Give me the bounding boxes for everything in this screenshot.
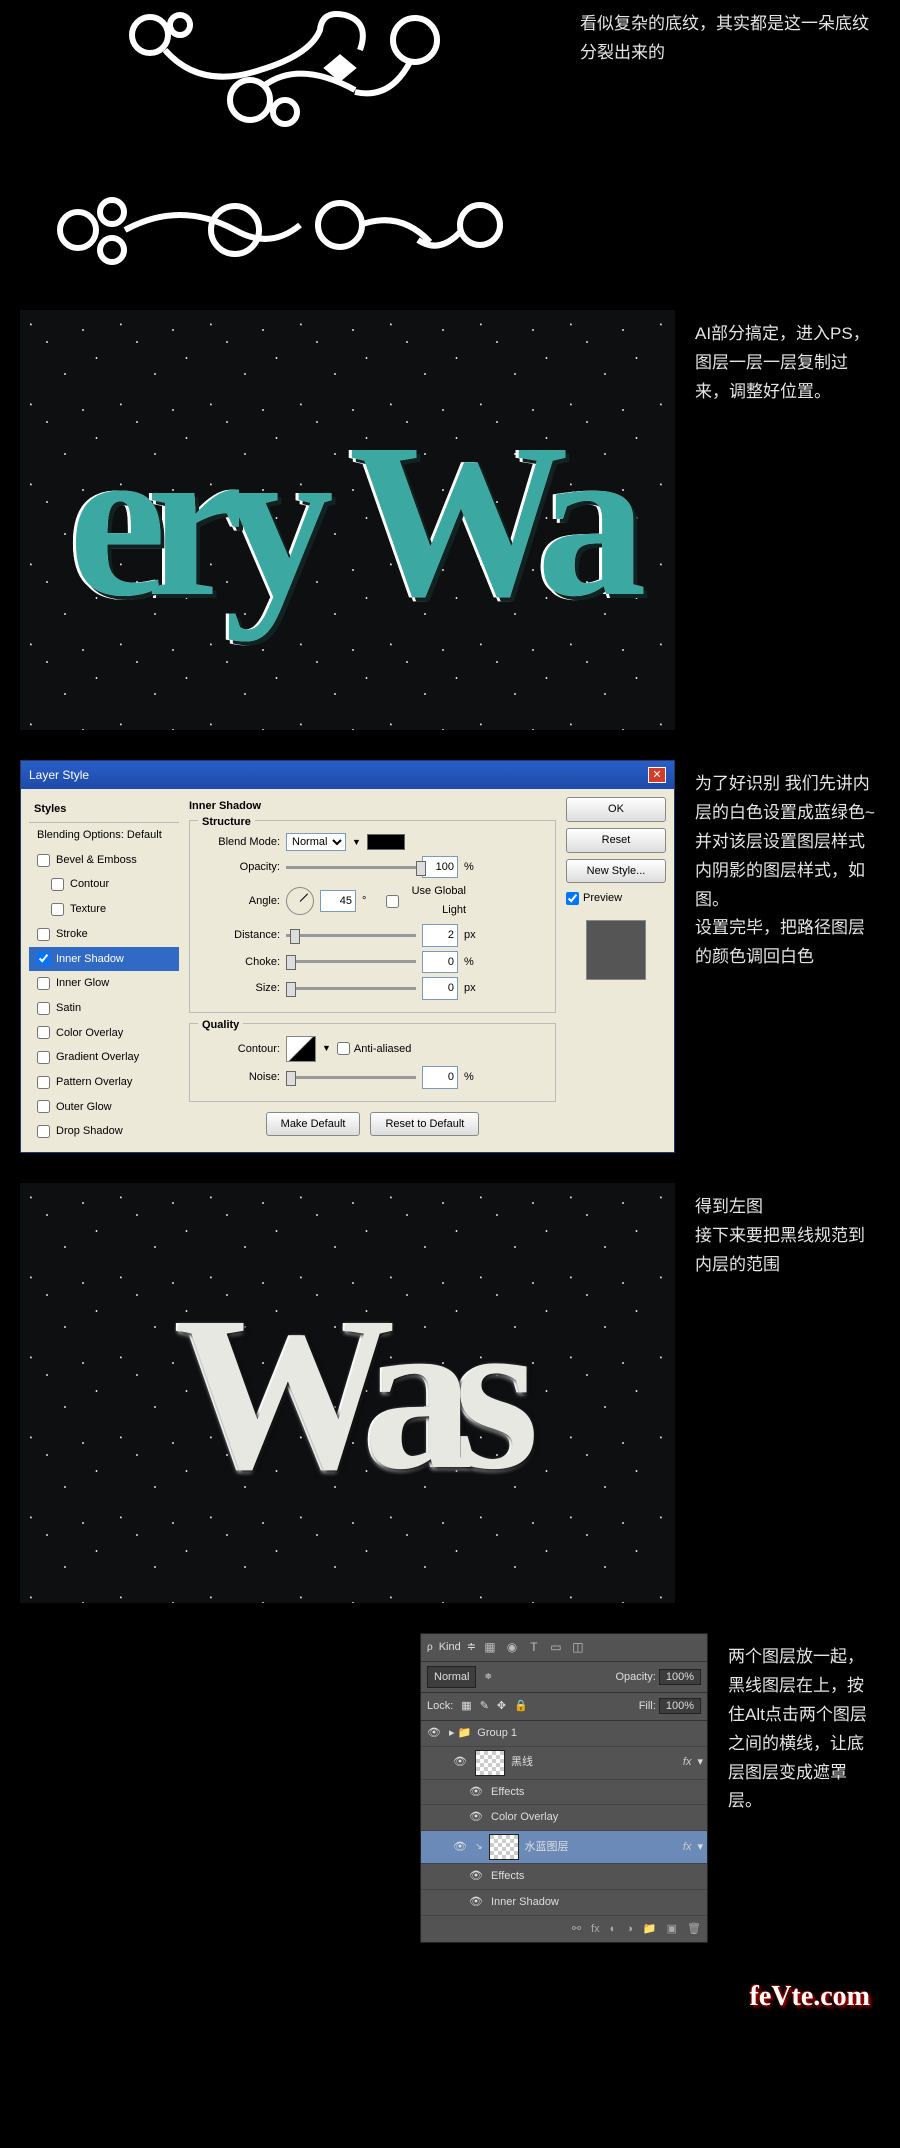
lock-transparent-icon[interactable]: ▦ [461,1697,471,1716]
new-style-button[interactable]: New Style... [566,859,666,884]
contour-picker[interactable] [286,1036,316,1062]
style-outer-glow[interactable]: Outer Glow [29,1095,179,1120]
caption-2: AI部分搞定，进入PS，图层一层一层复制过来，调整好位置。 [695,310,880,730]
ok-button[interactable]: OK [566,797,666,822]
dialog-title: Layer Style [29,765,89,785]
layer-aqua[interactable]: 👁 ↘ 水蓝图层 fx▾ [421,1831,707,1864]
flourish-icon-1 [110,0,470,150]
visibility-icon[interactable]: 👁 [425,1724,443,1743]
size-slider[interactable] [286,987,416,990]
fx-icon[interactable]: fx [591,1920,600,1939]
close-icon[interactable]: ✕ [648,767,666,783]
lock-paint-icon[interactable]: ✎ [480,1697,489,1716]
new-layer-icon[interactable]: ▣ [667,1920,677,1939]
layers-panel: ρ Kind ≑ ▦ ◉ T ▭ ◫ Normal≑ Opacity: 100%… [420,1633,708,1943]
style-drop-shadow[interactable]: Drop Shadow [29,1119,179,1144]
link-layers-icon[interactable]: ⚯ [572,1920,581,1939]
make-default-button[interactable]: Make Default [266,1112,361,1137]
filter-smart-icon[interactable]: ◫ [570,1639,586,1655]
group-icon[interactable]: 📁 [643,1920,657,1939]
layer-opacity[interactable]: 100% [659,1669,701,1685]
ornament-vector [20,0,560,280]
size-value[interactable]: 0 [422,977,458,1000]
noise-value[interactable]: 0 [422,1066,458,1089]
adjustment-icon[interactable]: ◑ [626,1920,633,1939]
structure-group: Structure Blend Mode: Normal ▼ Opacity: … [189,820,556,1013]
global-light-checkbox[interactable]: Use Global Light [386,882,466,919]
effect-color-overlay[interactable]: 👁Color Overlay [421,1805,707,1831]
preview-checkbox[interactable]: Preview [566,889,666,908]
reset-default-button[interactable]: Reset to Default [370,1112,479,1137]
layer-blackline[interactable]: 👁 黑线 fx▾ [421,1747,707,1780]
folder-icon: ▸ 📁 [449,1724,471,1743]
layer-fill[interactable]: 100% [659,1698,701,1714]
layer-thumb [489,1834,519,1860]
effects-row-2[interactable]: 👁Effects [421,1864,707,1890]
choke-slider[interactable] [286,960,416,963]
quality-group: Quality Contour: ▼ Anti-aliased Noise: 0… [189,1023,556,1102]
watermark: feVte.com [0,1973,900,2041]
visibility-icon[interactable]: 👁 [451,1838,469,1857]
caption-4: 得到左图 接下来要把黑线规范到内层的范围 [695,1183,880,1603]
angle-value[interactable]: 45 [320,890,356,913]
style-texture[interactable]: Texture [29,897,179,922]
typography-preview-white: Was [20,1183,675,1603]
style-gradient-overlay[interactable]: Gradient Overlay [29,1045,179,1070]
distance-value[interactable]: 2 [422,924,458,947]
style-contour[interactable]: Contour [29,872,179,897]
filter-pixel-icon[interactable]: ▦ [482,1639,498,1655]
effects-row[interactable]: 👁Effects [421,1780,707,1806]
style-inner-glow[interactable]: Inner Glow [29,971,179,996]
typography-preview-teal: ery Wa [20,310,675,730]
effect-inner-shadow[interactable]: 👁Inner Shadow [421,1890,707,1916]
caption-5: 两个图层放一起，黑线图层在上，按住Alt点击两个图层之间的横线，让底层图层变成遮… [728,1633,880,1943]
filter-type-icon[interactable]: T [526,1639,542,1655]
style-inner-shadow[interactable]: Inner Shadow [29,947,179,972]
mask-icon[interactable]: ◐ [610,1920,617,1939]
shadow-color-swatch[interactable] [367,834,405,850]
style-blending-options[interactable]: Blending Options: Default [29,823,179,848]
blend-mode-select[interactable]: Normal [286,833,346,851]
filter-shape-icon[interactable]: ▭ [548,1639,564,1655]
layer-group[interactable]: 👁 ▸ 📁 Group 1 [421,1721,707,1747]
styles-list: Styles Blending Options: Default Bevel &… [29,797,179,1144]
style-color-overlay[interactable]: Color Overlay [29,1021,179,1046]
layer-thumb [475,1750,505,1776]
kind-filter[interactable]: ≑ [467,1638,476,1657]
style-stroke[interactable]: Stroke [29,922,179,947]
blend-mode-select[interactable]: Normal [427,1666,476,1689]
caption-1: 看似复杂的底纹，其实都是这一朵底纹分裂出来的 [580,0,880,280]
choke-value[interactable]: 0 [422,951,458,974]
style-satin[interactable]: Satin [29,996,179,1021]
opacity-value[interactable]: 100 [422,856,458,879]
style-bevel-emboss[interactable]: Bevel & Emboss [29,848,179,873]
opacity-slider[interactable] [286,866,416,869]
lock-move-icon[interactable]: ✥ [497,1697,506,1716]
filter-adjust-icon[interactable]: ◉ [504,1639,520,1655]
visibility-icon[interactable]: 👁 [451,1753,469,1772]
angle-dial[interactable] [286,887,314,915]
noise-slider[interactable] [286,1076,416,1079]
distance-slider[interactable] [286,934,416,937]
flourish-icon-2 [40,170,540,280]
trash-icon[interactable]: 🗑 [687,1920,701,1939]
style-pattern-overlay[interactable]: Pattern Overlay [29,1070,179,1095]
reset-button[interactable]: Reset [566,828,666,853]
lock-all-icon[interactable]: 🔒 [514,1697,528,1716]
caption-3: 为了好识别 我们先讲内层的白色设置成蓝绿色~并对该层设置图层样式 内阴影的图层样… [695,760,880,1153]
anti-aliased-checkbox[interactable]: Anti-aliased [337,1040,417,1059]
layer-style-dialog: Layer Style ✕ Styles Blending Options: D… [20,760,675,1153]
preview-swatch [586,920,646,980]
